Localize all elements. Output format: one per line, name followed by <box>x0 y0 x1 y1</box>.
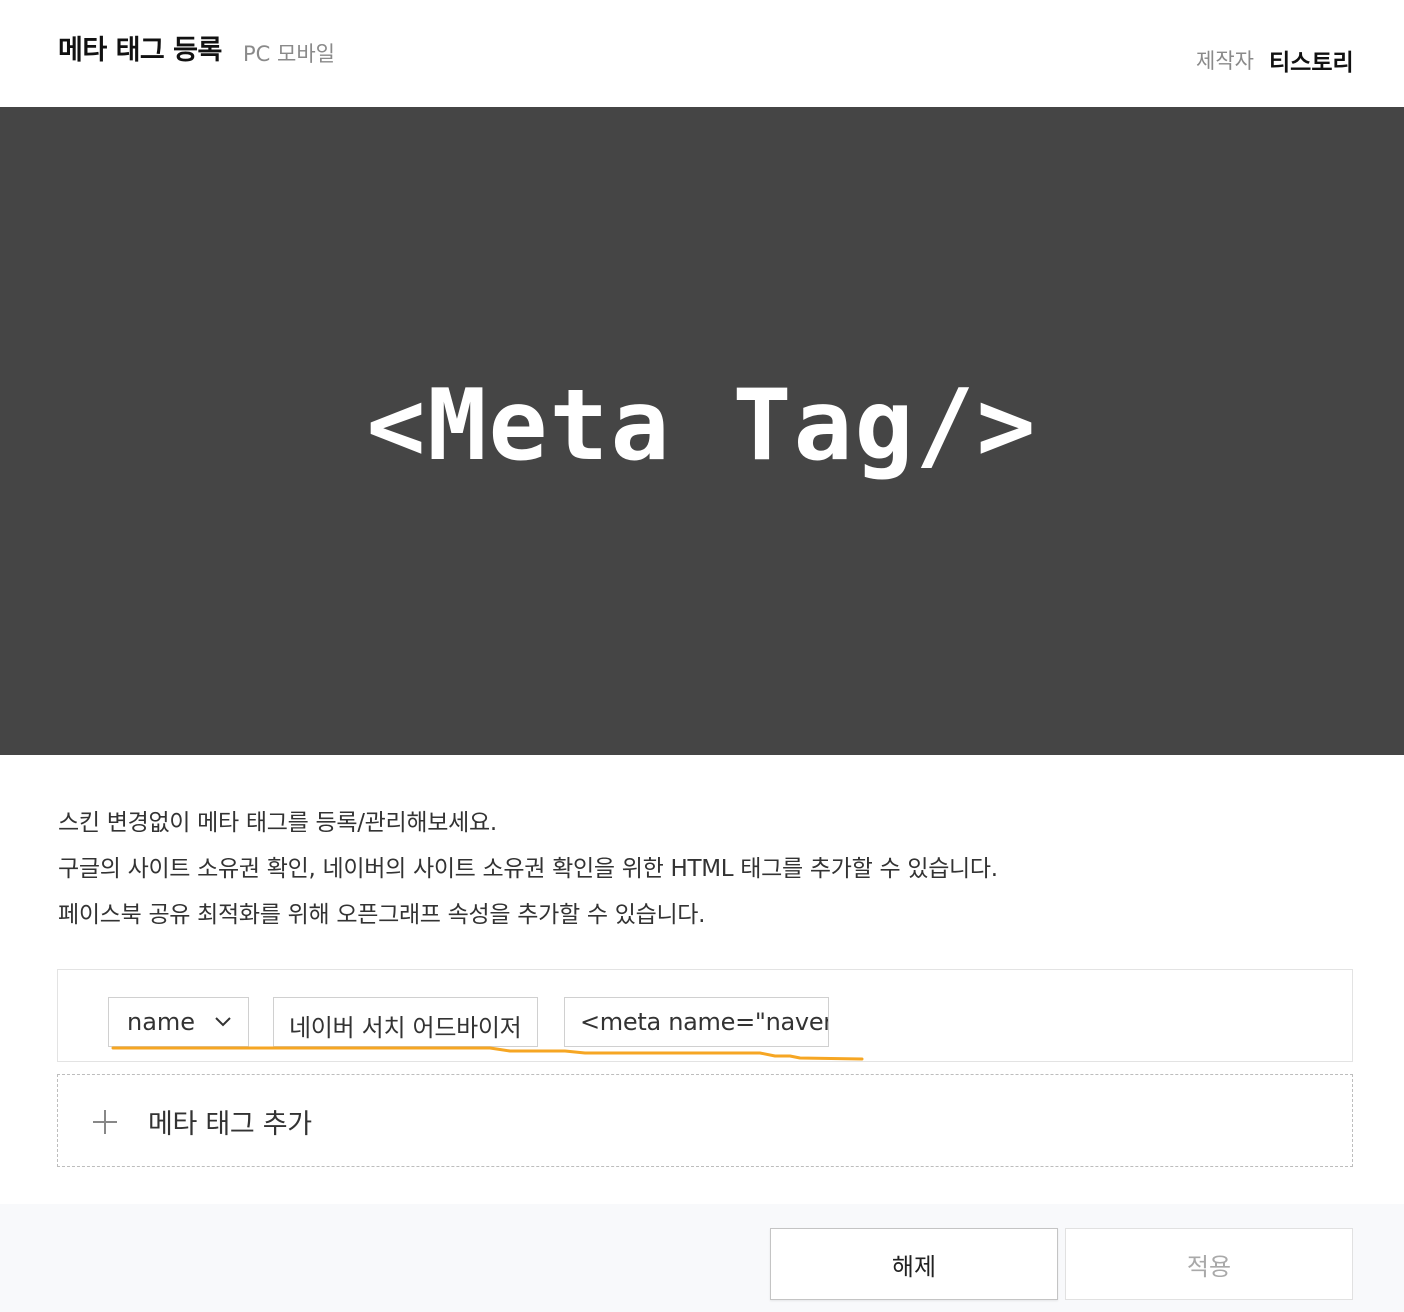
add-meta-tag-button[interactable]: 메타 태그 추가 <box>57 1074 1353 1167</box>
footer: 해제 적용 <box>0 1204 1404 1312</box>
meta-tag-row: name 네이버 서치 어드바이저 <meta name="naver-site… <box>57 969 1353 1062</box>
meta-label-value: 네이버 서치 어드바이저 <box>289 1014 522 1042</box>
description: 스킨 변경없이 메타 태그를 등록/관리해보세요. 구글의 사이트 소유권 확인… <box>58 800 1348 938</box>
plugin-banner: <Meta Tag/> <box>0 107 1404 755</box>
plus-icon <box>93 1110 117 1134</box>
attribute-select[interactable]: name <box>108 997 249 1047</box>
header: 메타 태그 등록 PC 모바일 제작자 티스토리 <box>0 0 1404 107</box>
attribute-select-value: name <box>127 1008 196 1036</box>
banner-text: <Meta Tag/> <box>366 369 1038 483</box>
description-line: 페이스북 공유 최적화를 위해 오픈그래프 속성을 추가할 수 있습니다. <box>58 902 706 928</box>
platform-info: PC 모바일 <box>243 42 335 66</box>
release-button[interactable]: 해제 <box>770 1228 1058 1300</box>
maker-label: 제작자 <box>1196 49 1254 73</box>
add-meta-tag-label: 메타 태그 추가 <box>148 1109 312 1140</box>
maker-name: 티스토리 <box>1269 50 1354 76</box>
description-line: 구글의 사이트 소유권 확인, 네이버의 사이트 소유권 확인을 위한 HTML… <box>58 856 998 882</box>
chevron-down-icon <box>215 1017 231 1027</box>
meta-content-field[interactable]: <meta name="naver-site-verification" <box>564 997 829 1047</box>
description-line: 스킨 변경없이 메타 태그를 등록/관리해보세요. <box>58 810 497 836</box>
meta-content-value: <meta name="naver-site-verification" <box>580 1008 829 1036</box>
page-title: 메타 태그 등록 <box>58 35 222 66</box>
apply-button[interactable]: 적용 <box>1065 1228 1353 1300</box>
meta-label-field[interactable]: 네이버 서치 어드바이저 <box>273 997 538 1047</box>
